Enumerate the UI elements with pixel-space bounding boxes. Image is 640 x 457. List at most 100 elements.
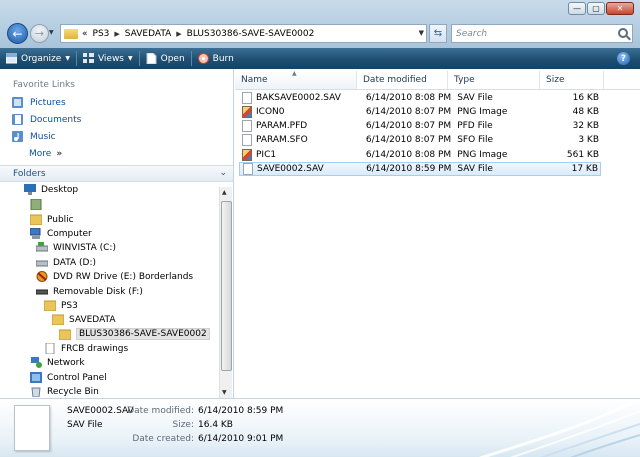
tree-item-desktop[interactable]: Desktop [24, 184, 78, 195]
favorite-link-label: Music [30, 131, 56, 142]
back-arrow-icon: ← [12, 26, 23, 41]
tree-item-dvd-e[interactable]: DVD RW Drive (E:) Borderlands [36, 271, 193, 282]
maximize-button[interactable]: ▢ [587, 2, 605, 15]
recent-pages-dropdown[interactable]: ▼ [49, 29, 54, 36]
file-date: 6/14/2010 8:08 PM [365, 93, 452, 103]
column-header-label: Size [546, 75, 565, 85]
file-type: PNG Image [457, 107, 508, 117]
column-header-size[interactable]: Size [540, 71, 604, 89]
search-icon[interactable] [618, 28, 628, 38]
folder-icon [64, 28, 78, 39]
tree-label: Control Panel [47, 372, 107, 383]
network-icon [31, 357, 42, 368]
tree-item-computer[interactable]: Computer [30, 228, 92, 239]
tree-item-frcb-drawings[interactable]: FRCB drawings [44, 343, 128, 354]
scroll-up-icon[interactable]: ▲ [222, 189, 227, 196]
file-size: 48 KB [572, 107, 599, 117]
chevron-down-icon: ▼ [65, 55, 70, 62]
file-row-selected[interactable]: SAVE0002.SAV 6/14/2010 8:59 PM SAV File … [239, 162, 601, 176]
double-chevron-icon: » [56, 149, 63, 159]
open-file-icon [146, 53, 157, 64]
chevron-down-icon: ▼ [128, 55, 133, 62]
more-links-button[interactable]: More » [29, 149, 62, 159]
tree-item-data-d[interactable]: DATA (D:) [36, 257, 96, 268]
views-button[interactable]: Views ▼ [77, 48, 139, 69]
folders-header[interactable]: Folders ⌄ [0, 165, 233, 182]
favorite-link-pictures[interactable]: Pictures [12, 97, 66, 108]
tree-item-ps3[interactable]: PS3 [44, 300, 78, 311]
date-modified-value: 6/14/2010 8:59 PM [198, 406, 284, 416]
burn-button[interactable]: Burn [192, 48, 240, 69]
tree-item-recycle-bin[interactable]: Recycle Bin [30, 386, 99, 397]
file-name: ICON0 [256, 107, 285, 117]
column-header-date-modified[interactable]: Date modified [357, 71, 448, 89]
back-button[interactable]: ← [7, 23, 28, 44]
file-date: 6/14/2010 8:59 PM [366, 164, 452, 174]
details-pane: SAVE0002.SAV SAV File Date modified: 6/1… [0, 398, 640, 457]
tree-item-control-panel[interactable]: Control Panel [30, 372, 107, 383]
tree-item-savedata[interactable]: SAVEDATA [52, 314, 116, 325]
address-bar[interactable]: « PS3 ▶ SAVEDATA ▶ BLUS30386-SAVE-SAVE00… [60, 24, 427, 43]
more-label: More [29, 149, 52, 159]
file-size: 561 KB [566, 150, 599, 160]
tree-label: SAVEDATA [69, 314, 116, 325]
tree-item-network[interactable]: Network [30, 357, 85, 368]
search-input[interactable]: Search [451, 24, 633, 43]
hard-drive-icon [36, 242, 48, 252]
organize-button[interactable]: Organize ▼ [0, 48, 76, 69]
column-header-label: Date modified [363, 75, 427, 85]
chevron-right-icon[interactable]: ▶ [176, 30, 181, 38]
scrollbar-thumb[interactable] [221, 201, 232, 371]
open-button[interactable]: Open [140, 48, 191, 69]
file-type: PNG Image [457, 150, 508, 160]
address-overflow[interactable]: « [82, 29, 88, 39]
png-image-icon [242, 149, 252, 161]
file-row[interactable]: PARAM.SFO 6/14/2010 8:07 PM SFO File 3 K… [239, 133, 601, 147]
address-segment[interactable]: SAVEDATA [125, 29, 172, 39]
column-header-type[interactable]: Type [448, 71, 540, 89]
search-placeholder: Search [456, 28, 488, 39]
file-row[interactable]: PIC1 6/14/2010 8:08 PM PNG Image 561 KB [239, 148, 601, 162]
tree-item-user[interactable] [30, 199, 47, 210]
date-created-value: 6/14/2010 9:01 PM [198, 434, 284, 444]
tree-label: DATA (D:) [53, 257, 97, 268]
navigation-pane: Favorite Links Pictures Documents Music … [0, 69, 234, 398]
folder-icon [44, 300, 56, 311]
column-header-name[interactable]: ▲ Name [235, 70, 357, 89]
tree-item-removable-f[interactable]: Removable Disk (F:) [36, 286, 143, 297]
folder-tree-scrollbar[interactable]: ▲ ▼ [219, 187, 232, 398]
file-type: SAV File [457, 93, 493, 103]
tree-label: FRCB drawings [61, 343, 129, 354]
control-panel-icon [30, 372, 42, 383]
file-row[interactable]: PARAM.PFD 6/14/2010 8:07 PM PFD File 32 … [239, 119, 601, 133]
address-segment[interactable]: BLUS30386-SAVE-SAVE0002 [187, 29, 315, 39]
file-date: 6/14/2010 8:08 PM [365, 150, 452, 160]
minimize-button[interactable]: — [568, 2, 586, 15]
document-icon [45, 343, 55, 354]
scroll-down-icon[interactable]: ▼ [222, 389, 227, 396]
close-button[interactable]: ✕ [606, 2, 634, 15]
help-button[interactable]: ? [617, 52, 630, 65]
tree-item-public[interactable]: Public [30, 214, 74, 225]
open-label: Open [160, 53, 185, 64]
date-modified-label: Date modified: [127, 406, 194, 416]
tree-label: Desktop [41, 184, 79, 195]
tree-label: BLUS30386-SAVE-SAVE0002 [76, 328, 210, 340]
music-icon [12, 131, 23, 142]
tree-item-winvista-c[interactable]: WINVISTA (C:) [36, 242, 116, 253]
forward-button[interactable]: → [30, 24, 49, 43]
file-icon [242, 120, 252, 132]
tree-item-blus30386[interactable]: BLUS30386-SAVE-SAVE0002 [59, 328, 210, 340]
file-type: PFD File [457, 121, 493, 131]
favorite-link-music[interactable]: Music [12, 131, 56, 142]
chevron-right-icon[interactable]: ▶ [114, 30, 119, 38]
burn-label: Burn [212, 53, 234, 64]
chevron-down-icon[interactable]: ▼ [419, 29, 424, 37]
refresh-button[interactable]: ⇆ [429, 24, 447, 43]
size-value: 16.4 KB [198, 420, 233, 430]
file-type: SFO File [457, 135, 494, 145]
file-row[interactable]: ICON0 6/14/2010 8:07 PM PNG Image 48 KB [239, 105, 601, 119]
favorite-link-documents[interactable]: Documents [12, 114, 81, 125]
address-segment[interactable]: PS3 [93, 29, 110, 39]
file-row[interactable]: BAKSAVE0002.SAV 6/14/2010 8:08 PM SAV Fi… [239, 91, 601, 105]
